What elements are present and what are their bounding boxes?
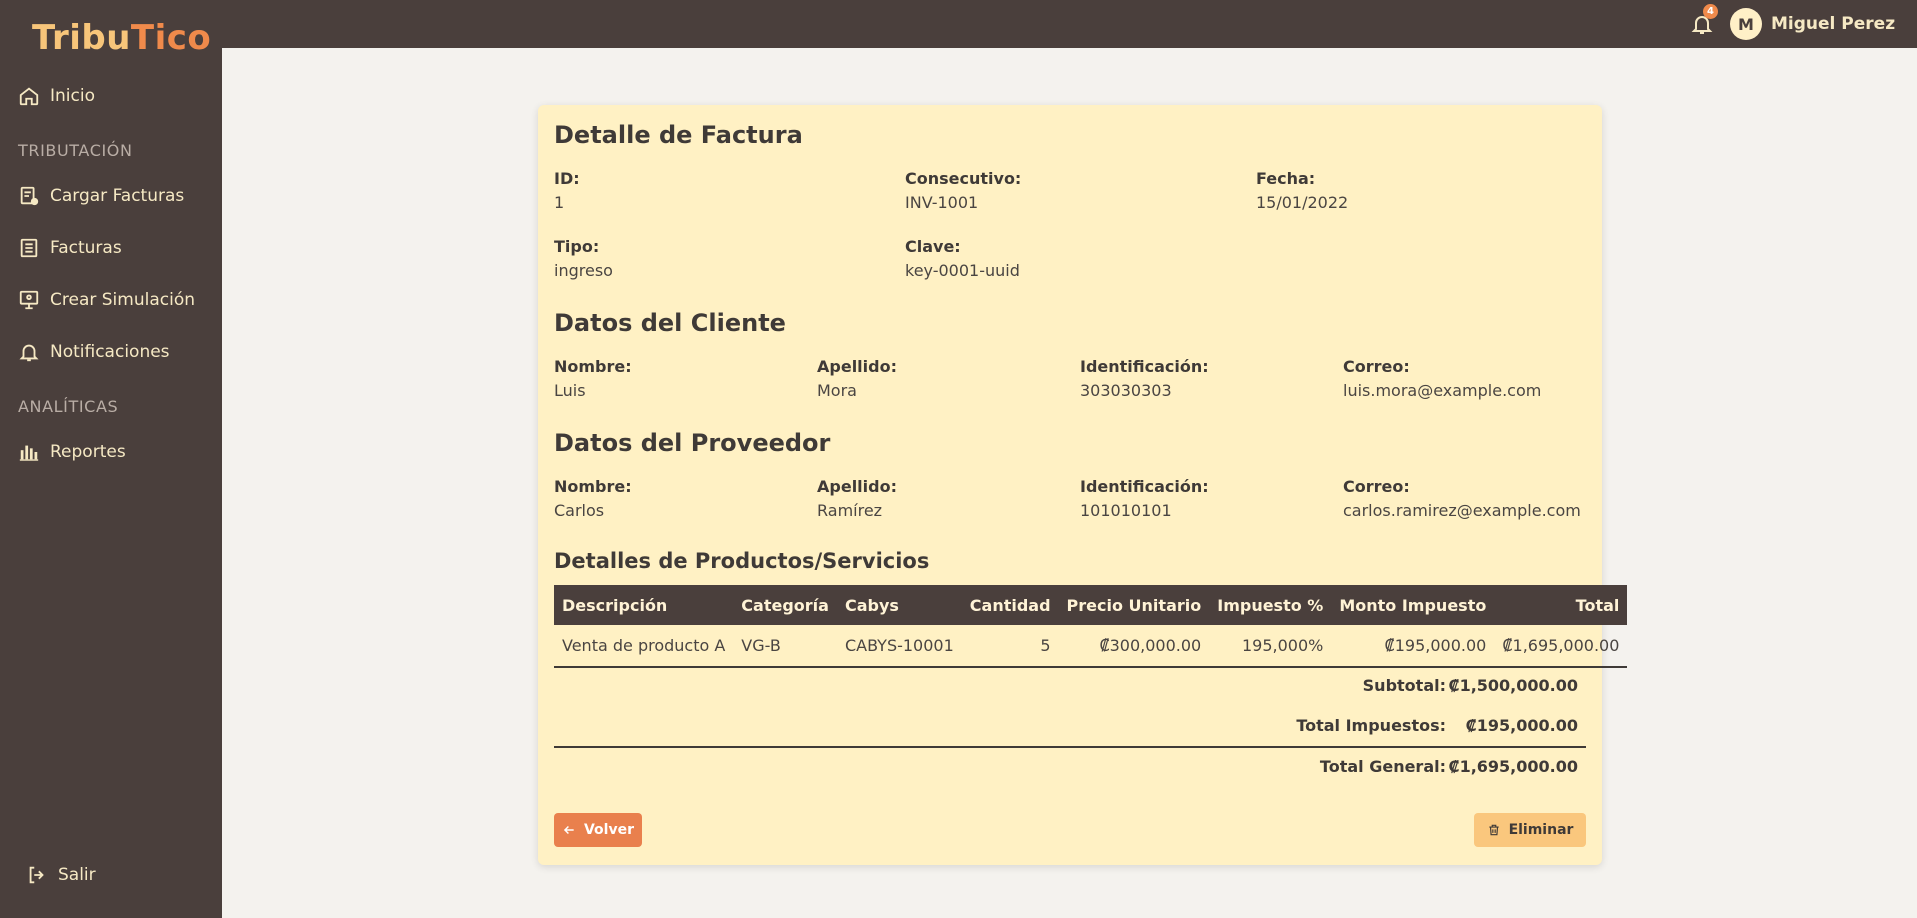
totals-divider xyxy=(554,746,1586,748)
sidebar-item-reportes[interactable]: Reportes xyxy=(18,437,126,467)
logout-button[interactable]: Salir xyxy=(26,860,96,890)
cliente-correo-label: Correo: xyxy=(1343,357,1410,376)
cell-cabys: CABYS-10001 xyxy=(836,625,962,668)
page-title: Detalle de Factura xyxy=(554,121,803,149)
proveedor-correo-value: carlos.ramirez@example.com xyxy=(1343,501,1581,520)
consecutivo-value: INV-1001 xyxy=(905,193,979,212)
subtotal-value: ₡1,500,000.00 xyxy=(1448,676,1578,695)
section-tributacion: TRIBUTACIÓN xyxy=(18,141,133,160)
back-button-label: Volver xyxy=(583,822,634,838)
cell-impuesto-pct: 195,000% xyxy=(1209,625,1332,668)
sidebar-item-notificaciones[interactable]: Notificaciones xyxy=(18,337,170,367)
home-icon xyxy=(19,87,39,106)
productos-table: Descripción Categoría Cabys Cantidad Pre… xyxy=(554,585,1628,668)
total-impuestos-label: Total Impuestos: xyxy=(1296,716,1446,735)
proveedor-nombre-value: Carlos xyxy=(554,501,605,520)
proveedor-correo-label: Correo: xyxy=(1343,477,1410,496)
proveedor-nombre-label: Nombre: xyxy=(554,477,632,496)
clave-value: key-0001-uuid xyxy=(905,261,1020,280)
col-impuesto-pct: Impuesto % xyxy=(1217,595,1324,615)
notification-count-badge: 4 xyxy=(1703,4,1718,19)
logo-part-2: Tico xyxy=(130,18,212,58)
cell-total: ₡1,695,000.00 xyxy=(1494,625,1628,668)
section-analiticas: ANALÍTICAS xyxy=(18,397,119,416)
proveedor-identificacion-label: Identificación: xyxy=(1080,477,1209,496)
cell-monto-impuesto: ₡195,000.00 xyxy=(1331,625,1495,668)
cell-categoria: VG-B xyxy=(733,625,837,668)
id-label: ID: xyxy=(554,169,580,188)
cliente-apellido-value: Mora xyxy=(817,381,857,400)
tipo-value: ingreso xyxy=(554,261,613,280)
sidebar-item-label: Facturas xyxy=(50,238,122,258)
sidebar-item-label: Inicio xyxy=(50,86,95,106)
cliente-nombre-label: Nombre: xyxy=(554,357,632,376)
col-monto-impuesto: Monto Impuesto xyxy=(1339,595,1487,615)
fecha-label: Fecha: xyxy=(1256,169,1316,188)
user-menu[interactable]: M Miguel Perez xyxy=(1730,8,1895,40)
consecutivo-label: Consecutivo: xyxy=(905,169,1022,188)
proveedor-title: Datos del Proveedor xyxy=(554,429,831,457)
table-header-row: Descripción Categoría Cabys Cantidad Pre… xyxy=(554,585,1628,625)
list-icon xyxy=(20,238,38,258)
cliente-identificacion-value: 303030303 xyxy=(1080,381,1172,400)
logout-icon xyxy=(29,866,44,884)
sidebar-item-crear-simulacion[interactable]: Crear Simulación xyxy=(18,285,195,315)
sidebar-item-label: Cargar Facturas xyxy=(50,186,185,206)
back-button[interactable]: Volver xyxy=(554,813,642,847)
proveedor-identificacion-value: 101010101 xyxy=(1080,501,1172,520)
user-name: Miguel Perez xyxy=(1771,14,1896,34)
col-precio-unitario: Precio Unitario xyxy=(1066,595,1202,615)
subtotal-label: Subtotal: xyxy=(1362,676,1446,695)
col-total: Total xyxy=(1575,595,1620,615)
cliente-nombre-value: Luis xyxy=(554,381,586,400)
sidebar-item-inicio[interactable]: Inicio xyxy=(18,81,95,111)
bell-icon xyxy=(19,344,39,362)
table-row: Venta de producto A VG-B CABYS-10001 5 ₡… xyxy=(554,625,1628,668)
id-value: 1 xyxy=(554,193,565,212)
cliente-correo-value: luis.mora@example.com xyxy=(1343,381,1542,400)
arrow-left-icon xyxy=(563,825,574,835)
sidebar-item-label: Notificaciones xyxy=(50,342,170,362)
total-general-label: Total General: xyxy=(1319,757,1446,776)
cell-cantidad: 5 xyxy=(961,625,1059,668)
col-cabys: Cabys xyxy=(844,595,899,615)
logout-label: Salir xyxy=(58,865,96,885)
bar-chart-icon xyxy=(19,445,39,461)
total-general-value: ₡1,695,000.00 xyxy=(1448,757,1578,776)
proveedor-apellido-label: Apellido: xyxy=(817,477,897,496)
delete-button[interactable]: Eliminar xyxy=(1474,813,1586,847)
sidebar: TribuTico Inicio TRIBUTACIÓN Cargar Fact… xyxy=(0,0,222,918)
clave-label: Clave: xyxy=(905,237,961,256)
topbar xyxy=(222,0,1917,48)
total-impuestos-value: ₡195,000.00 xyxy=(1465,716,1578,735)
sidebar-item-facturas[interactable]: Facturas xyxy=(18,233,122,263)
logo-part-1: Tribu xyxy=(32,18,131,58)
delete-button-label: Eliminar xyxy=(1508,822,1574,838)
cell-precio-unitario: ₡300,000.00 xyxy=(1058,625,1210,668)
col-descripcion: Descripción xyxy=(562,595,668,615)
tipo-label: Tipo: xyxy=(554,237,600,256)
upload-invoice-icon xyxy=(20,186,39,206)
sidebar-item-label: Crear Simulación xyxy=(50,290,195,310)
sidebar-item-label: Reportes xyxy=(50,442,126,462)
app-logo[interactable]: TribuTico xyxy=(32,18,211,58)
avatar: M xyxy=(1730,8,1762,40)
cliente-identificacion-label: Identificación: xyxy=(1080,357,1209,376)
invoice-detail-card: Detalle de Factura ID: 1 Consecutivo: IN… xyxy=(538,105,1628,865)
cell-descripcion: Venta de producto A xyxy=(554,625,734,668)
sidebar-item-cargar-facturas[interactable]: Cargar Facturas xyxy=(18,181,184,211)
simulation-icon xyxy=(19,290,39,310)
trash-icon xyxy=(1488,824,1499,836)
cliente-apellido-label: Apellido: xyxy=(817,357,897,376)
col-cantidad: Cantidad xyxy=(969,595,1051,615)
fecha-value: 15/01/2022 xyxy=(1256,193,1349,212)
cliente-title: Datos del Cliente xyxy=(554,309,786,337)
proveedor-apellido-value: Ramírez xyxy=(817,501,883,520)
productos-title: Detalles de Productos/Servicios xyxy=(554,549,930,573)
col-categoria: Categoría xyxy=(741,595,829,615)
